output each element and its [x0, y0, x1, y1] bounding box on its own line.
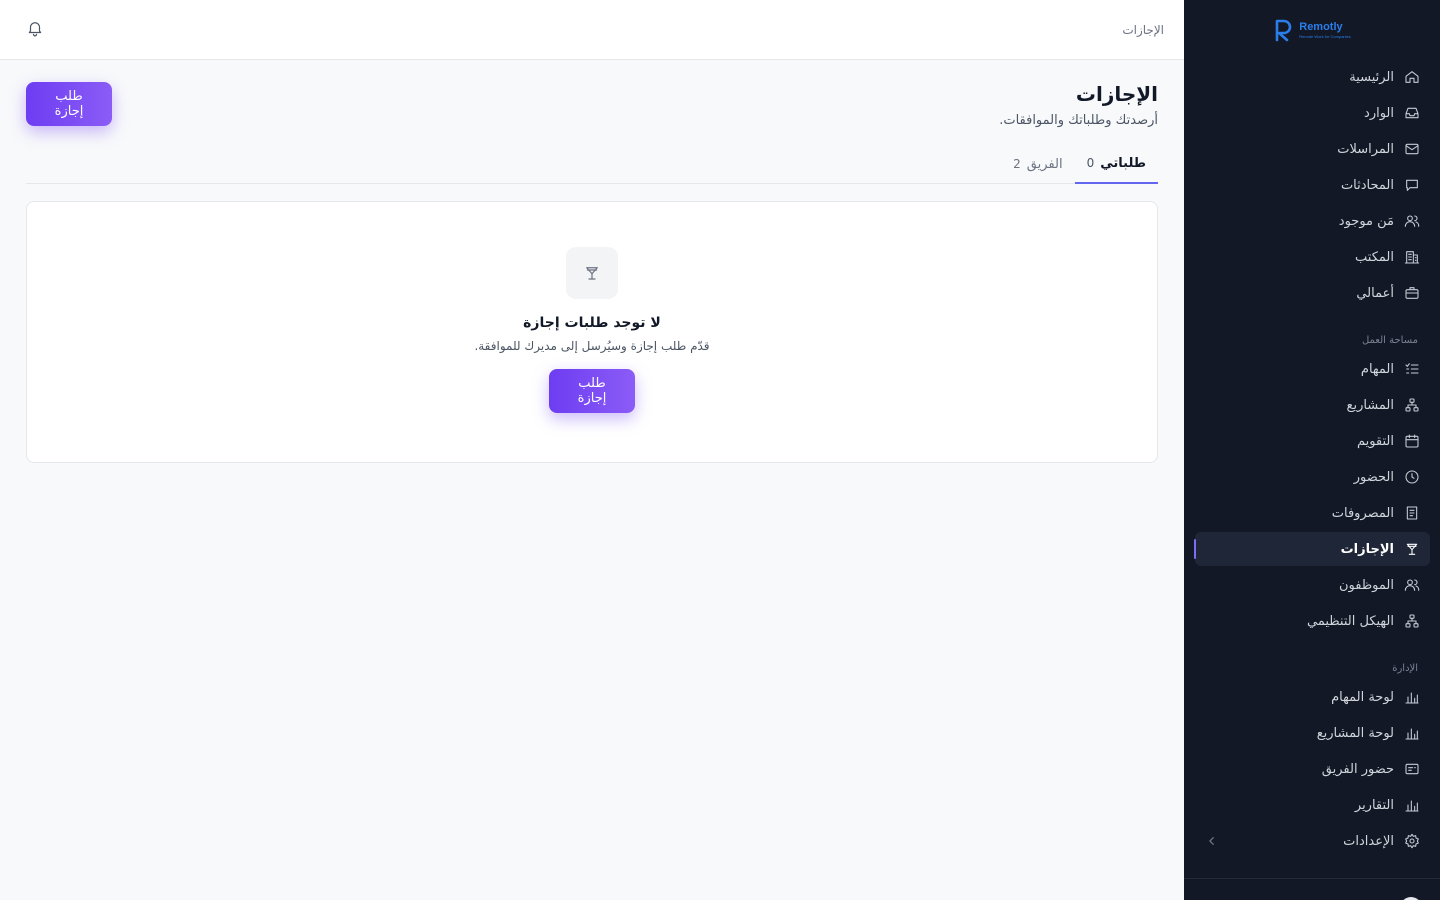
sidebar-item-projects[interactable]: المشاريع	[1195, 388, 1430, 422]
request-leave-button[interactable]: طلب إجازة	[26, 82, 112, 126]
sidebar-item-my-work[interactable]: أعمالي	[1195, 276, 1430, 310]
tab-team[interactable]: الفريق 2	[1001, 144, 1074, 184]
sidebar-item-reports[interactable]: التقارير	[1195, 788, 1430, 822]
id-card-icon	[1405, 763, 1419, 775]
gear-icon	[1405, 833, 1419, 849]
receipt-icon	[1406, 506, 1418, 520]
mail-icon	[1405, 143, 1419, 155]
empty-state-card: لا توجد طلبات إجازة قدّم طلب إجازة وسيُر…	[26, 201, 1158, 463]
empty-state-icon-box	[566, 247, 618, 299]
empty-state-description: قدّم طلب إجازة وسيُرسل إلى مديرك للموافق…	[474, 339, 710, 353]
sidebar-item-label: لوحة المشاريع	[1316, 725, 1394, 741]
breadcrumb: الإجازات	[1122, 22, 1164, 37]
tab-label: طلباتي	[1100, 155, 1146, 171]
chat-icon	[1406, 179, 1418, 191]
sidebar-item-employees[interactable]: الموظفون	[1195, 568, 1430, 602]
cocktail-icon	[1406, 543, 1418, 555]
sidebar-item-calendar[interactable]: التقويم	[1195, 424, 1430, 458]
sidebar-item-label: الإجازات	[1340, 541, 1394, 557]
bar-chart-icon	[1405, 728, 1419, 740]
sidebar-item-label: الإعدادات	[1343, 833, 1394, 849]
top-bar: الإجازات	[0, 0, 1184, 60]
sidebar-item-label: الوارد	[1364, 105, 1394, 121]
page-title: الإجازات	[1075, 82, 1158, 106]
sidebar-item-settings[interactable]: الإعدادات	[1195, 824, 1430, 858]
remotly-logo-icon	[1275, 19, 1292, 42]
sidebar-item-label: المراسلات	[1337, 141, 1394, 157]
sidebar-item-label: المحادثات	[1340, 177, 1394, 193]
tasks-icon	[1405, 363, 1419, 374]
sidebar-nav: الرئيسية الوارد المراسلات المحادثات مَن …	[1184, 60, 1440, 858]
sidebar-item-home[interactable]: الرئيسية	[1195, 60, 1430, 94]
sidebar-item-label: لوحة المهام	[1331, 689, 1394, 705]
sidebar-item-mail[interactable]: المراسلات	[1195, 132, 1430, 166]
tab-count: 2	[1013, 157, 1021, 171]
brand-name: Remotly	[1299, 20, 1343, 33]
empty-state-title: لا توجد طلبات إجازة	[523, 315, 661, 331]
sidebar-item-chats[interactable]: المحادثات	[1195, 168, 1430, 202]
tab-label: الفريق	[1026, 156, 1063, 172]
sidebar-item-inbox[interactable]: الوارد	[1195, 96, 1430, 130]
sidebar-item-label: حضور الفريق	[1321, 761, 1394, 777]
sidebar-item-tasks[interactable]: المهام	[1195, 352, 1430, 386]
briefcase-icon	[1405, 287, 1419, 299]
sidebar-item-label: المشاريع	[1346, 397, 1394, 413]
tab-count: 0	[1086, 156, 1095, 170]
sidebar-item-whos-here[interactable]: مَن موجود	[1195, 204, 1430, 238]
sidebar-item-label: الهيكل التنظيمي	[1306, 613, 1394, 629]
sidebar-item-label: المهام	[1360, 361, 1394, 377]
users-icon	[1404, 215, 1420, 227]
section-label-admin: الإدارة	[1392, 663, 1418, 674]
home-icon	[1405, 71, 1419, 83]
cocktail-icon	[586, 267, 598, 280]
sidebar-footer	[1184, 878, 1440, 900]
sidebar-item-label: مَن موجود	[1338, 213, 1394, 229]
bar-chart-icon	[1405, 800, 1419, 812]
sidebar-item-attendance[interactable]: الحضور	[1195, 460, 1430, 494]
sidebar-item-leaves[interactable]: الإجازات	[1194, 532, 1430, 566]
bell-icon[interactable]	[26, 19, 44, 41]
sidebar-item-office[interactable]: المكتب	[1195, 240, 1430, 274]
sidebar-item-label: التقويم	[1356, 433, 1394, 449]
sidebar-item-label: الحضور	[1353, 469, 1394, 485]
sidebar-item-projects-board[interactable]: لوحة المشاريع	[1195, 716, 1430, 750]
chevron-left-icon[interactable]	[1205, 835, 1217, 847]
network-icon	[1405, 398, 1419, 412]
sidebar-item-label: المصروفات	[1331, 505, 1394, 521]
brand-tagline: Remote Work for Companies	[1299, 33, 1351, 39]
org-chart-icon	[1405, 614, 1419, 628]
sidebar-item-tasks-board[interactable]: لوحة المهام	[1195, 680, 1430, 714]
sidebar-item-team-attendance[interactable]: حضور الفريق	[1195, 752, 1430, 786]
sidebar-item-expenses[interactable]: المصروفات	[1195, 496, 1430, 530]
inbox-icon	[1405, 107, 1419, 119]
request-leave-button-empty[interactable]: طلب إجازة	[549, 369, 635, 413]
tabs: طلباتي 0 الفريق 2	[26, 144, 1158, 184]
clock-icon	[1405, 470, 1419, 484]
page-header: الإجازات أرصدتك وطلباتك والموافقات. طلب …	[26, 60, 1158, 144]
sidebar-item-org-chart[interactable]: الهيكل التنظيمي	[1195, 604, 1430, 638]
sidebar-item-label: الموظفون	[1339, 577, 1394, 593]
calendar-icon	[1405, 434, 1419, 448]
bar-chart-icon	[1405, 692, 1419, 704]
sidebar-item-label: المكتب	[1355, 249, 1394, 265]
brand-logo[interactable]: Remotly Remote Work for Companies	[1184, 0, 1440, 60]
page-subtitle: أرصدتك وطلباتك والموافقات.	[999, 113, 1158, 128]
sidebar-item-label: أعمالي	[1356, 285, 1394, 301]
tab-my-requests[interactable]: طلباتي 0	[1074, 144, 1158, 184]
main-content: الإجازات أرصدتك وطلباتك والموافقات. طلب …	[0, 60, 1184, 900]
sidebar-item-label: الرئيسية	[1349, 69, 1394, 85]
section-label-workspace: مساحة العمل	[1361, 335, 1418, 346]
users-icon	[1404, 579, 1420, 591]
sidebar: Remotly Remote Work for Companies الرئيس…	[1184, 0, 1440, 900]
building-icon	[1404, 251, 1420, 264]
sidebar-item-label: التقارير	[1354, 797, 1394, 813]
